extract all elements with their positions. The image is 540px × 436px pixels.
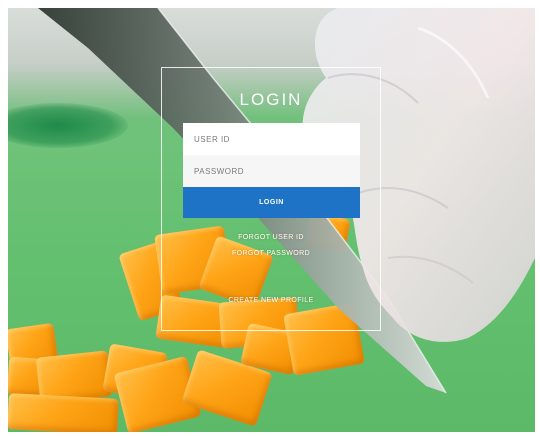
password-input[interactable] xyxy=(183,155,360,187)
login-button[interactable]: LOGIN xyxy=(183,187,360,218)
login-title: LOGIN xyxy=(239,90,303,109)
login-panel: LOGIN LOGIN FORGOT USER ID FORGOT PASSWO… xyxy=(161,67,381,331)
background-photo: LOGIN LOGIN FORGOT USER ID FORGOT PASSWO… xyxy=(8,8,535,432)
create-new-profile-link[interactable]: CREATE NEW PROFILE xyxy=(162,297,380,304)
forgot-password-link[interactable]: FORGOT PASSWORD xyxy=(162,250,380,257)
background-shadow xyxy=(8,103,128,148)
user-id-input[interactable] xyxy=(183,123,360,155)
forgot-user-id-link[interactable]: FORGOT USER ID xyxy=(162,234,380,241)
pepper-piece xyxy=(8,393,119,432)
